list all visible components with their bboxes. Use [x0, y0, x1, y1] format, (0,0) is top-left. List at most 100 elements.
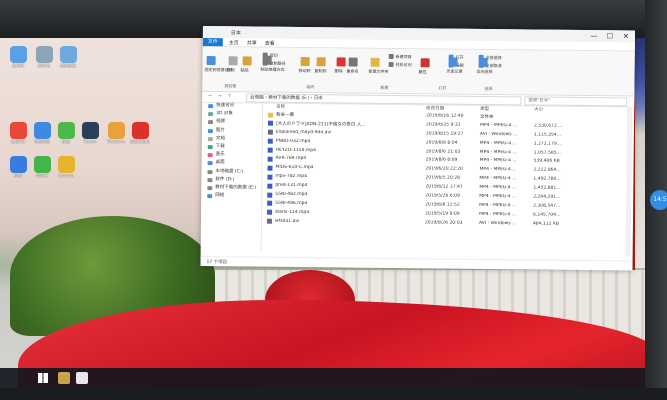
ribbon-group-label: 选择 — [484, 85, 493, 92]
folder-icon — [207, 194, 213, 199]
ribbon-icon — [478, 57, 488, 67]
folder-icon — [207, 177, 213, 182]
folder-icon — [208, 104, 214, 109]
ribbon-button[interactable]: 全部选择 — [486, 55, 502, 61]
video-file-icon — [267, 183, 273, 189]
nav-item-label: 3D 对象 — [216, 111, 233, 117]
file-date: 2019/8/15 19:27 — [425, 131, 464, 137]
ribbon-group-label: 打开 — [438, 85, 447, 91]
folder-icon — [207, 128, 213, 133]
nav-item[interactable]: 网络 — [205, 192, 261, 201]
up-arrow-icon[interactable]: ↑ — [227, 93, 231, 99]
column-header[interactable]: 大小 — [534, 106, 594, 113]
column-header[interactable]: 类型 — [480, 106, 532, 113]
file-size: 2,264,291... — [533, 194, 561, 200]
forward-arrow-icon[interactable]: → — [217, 93, 221, 99]
ribbon-button[interactable]: 新建文件夹 — [368, 69, 389, 75]
ribbon-icon — [388, 53, 394, 59]
file-size: 1,115,354... — [533, 132, 562, 138]
ribbon-button[interactable]: 新建项目 — [396, 54, 412, 60]
file-date: 2019/8/6 21:03 — [425, 148, 461, 155]
file-name: starsi-114.mp4 — [275, 209, 310, 215]
folder-icon — [207, 144, 213, 150]
nav-item-label: 网络 — [215, 193, 225, 199]
ribbon-icon — [228, 56, 238, 66]
maximize-button[interactable]: ☐ — [603, 31, 617, 41]
folder-icon — [207, 153, 213, 158]
ribbon-button[interactable]: 粘贴 — [241, 67, 249, 73]
video-file-icon — [267, 174, 273, 180]
folder-icon — [207, 136, 213, 141]
nav-item-label: 视频 — [215, 119, 226, 125]
video-file-icon — [267, 209, 273, 216]
ribbon-button[interactable]: 重命名 — [346, 69, 359, 75]
file-date: 2019/6/12 17:47 — [425, 184, 463, 190]
nav-item-label: 教材下载的数据 (E:) — [215, 185, 257, 191]
ribbon-button[interactable]: 复制 — [227, 67, 235, 73]
menu-view[interactable]: 查看 — [265, 40, 275, 47]
status-text: 17 个项目 — [206, 260, 228, 266]
file-name: pred-131.mp4 — [275, 182, 308, 189]
file-type: AVI - Windows ... — [479, 131, 518, 138]
menu-file[interactable]: 文件 — [202, 37, 223, 47]
menu-home[interactable]: 主页 — [229, 39, 239, 46]
file-type: MP4 - MPEG-4 ... — [479, 193, 517, 200]
video-file-icon — [267, 147, 273, 153]
file-size: 484,112 KB — [532, 221, 560, 227]
ribbon-button[interactable]: 历史记录 — [447, 69, 463, 75]
file-name: SSNI-482.mp4 — [275, 191, 308, 198]
back-arrow-icon[interactable]: ← — [208, 93, 212, 99]
video-file-icon — [266, 218, 272, 224]
folder-icon — [207, 185, 213, 190]
file-name: SSNI-496.mp4 — [275, 200, 308, 207]
file-size: 2,530,672 ... — [533, 123, 563, 129]
nav-item-label: 图片 — [215, 127, 225, 133]
ribbon-icon — [388, 61, 394, 67]
ribbon-button[interactable]: 反向选择 — [477, 69, 493, 75]
ribbon-icon — [336, 57, 346, 67]
column-header[interactable]: 修改日期 — [426, 105, 478, 112]
folder-icon — [208, 112, 214, 117]
ribbon-icon — [206, 56, 216, 66]
folder-icon — [207, 169, 213, 174]
ribbon-icon — [316, 57, 326, 67]
file-type: MP4 - MPEG-4 ... — [479, 211, 517, 218]
file-size: 539,406 KB — [533, 158, 560, 165]
file-type: MP4 - MPEG-4 ... — [479, 185, 517, 191]
file-type: MP4 - MPEG-4 ... — [479, 167, 517, 173]
ribbon-icon — [370, 57, 380, 67]
nav-item-label: 软件 (D:) — [215, 176, 235, 183]
ribbon-button[interactable]: 属性 — [418, 69, 427, 75]
file-size: 6,145,704... — [533, 212, 561, 218]
file-name: HEYZO-1159.mp4 — [275, 147, 317, 153]
video-file-icon — [267, 129, 273, 136]
nav-item-label: 下载 — [215, 144, 225, 150]
file-name: mpv-782.mp4 — [275, 174, 307, 180]
file-size: 1,492,780... — [533, 176, 561, 182]
ribbon-icon — [262, 55, 272, 65]
video-file-icon — [267, 192, 273, 198]
ribbon-button[interactable]: 轻松访问 — [396, 62, 412, 68]
minimize-button[interactable]: — — [587, 31, 601, 41]
ribbon-group-label: 组织 — [306, 84, 315, 90]
ribbon-icon — [300, 57, 310, 67]
video-file-icon — [267, 156, 273, 162]
ribbon-button[interactable]: 粘贴快捷方式 — [261, 67, 285, 73]
scrollbar[interactable] — [625, 106, 633, 257]
nav-item-label: 文档 — [215, 135, 225, 141]
menu-share[interactable]: 共享 — [247, 39, 257, 46]
ribbon-button[interactable]: 删除 — [335, 68, 343, 74]
file-type: MP4 - MPEG-4 ... — [479, 149, 517, 155]
ribbon-button[interactable]: 移动到 — [299, 68, 311, 74]
file-date: 2019/8/6 8:09 — [425, 157, 458, 164]
file-name: wfs031.avi — [274, 218, 300, 224]
file-date: 2019/8/26 20:03 — [424, 220, 463, 226]
file-name: MIDE-610-C.mp4 — [275, 165, 314, 171]
file-name: AVR-784.mp4 — [275, 156, 307, 162]
close-button[interactable]: ✕ — [619, 31, 633, 41]
file-type: MP4 - MPEG-4 ... — [479, 176, 517, 182]
file-type: 文件夹 — [480, 114, 494, 121]
file-date: 2019/6/5 20:28 — [425, 175, 461, 181]
ribbon-button[interactable]: 复制到 — [315, 68, 327, 74]
file-list: 名称 修改日期 类型 大小 粉末一番 2019/8/16 12:40 文件夹 [大人のドラマ]… — [265, 103, 627, 257]
